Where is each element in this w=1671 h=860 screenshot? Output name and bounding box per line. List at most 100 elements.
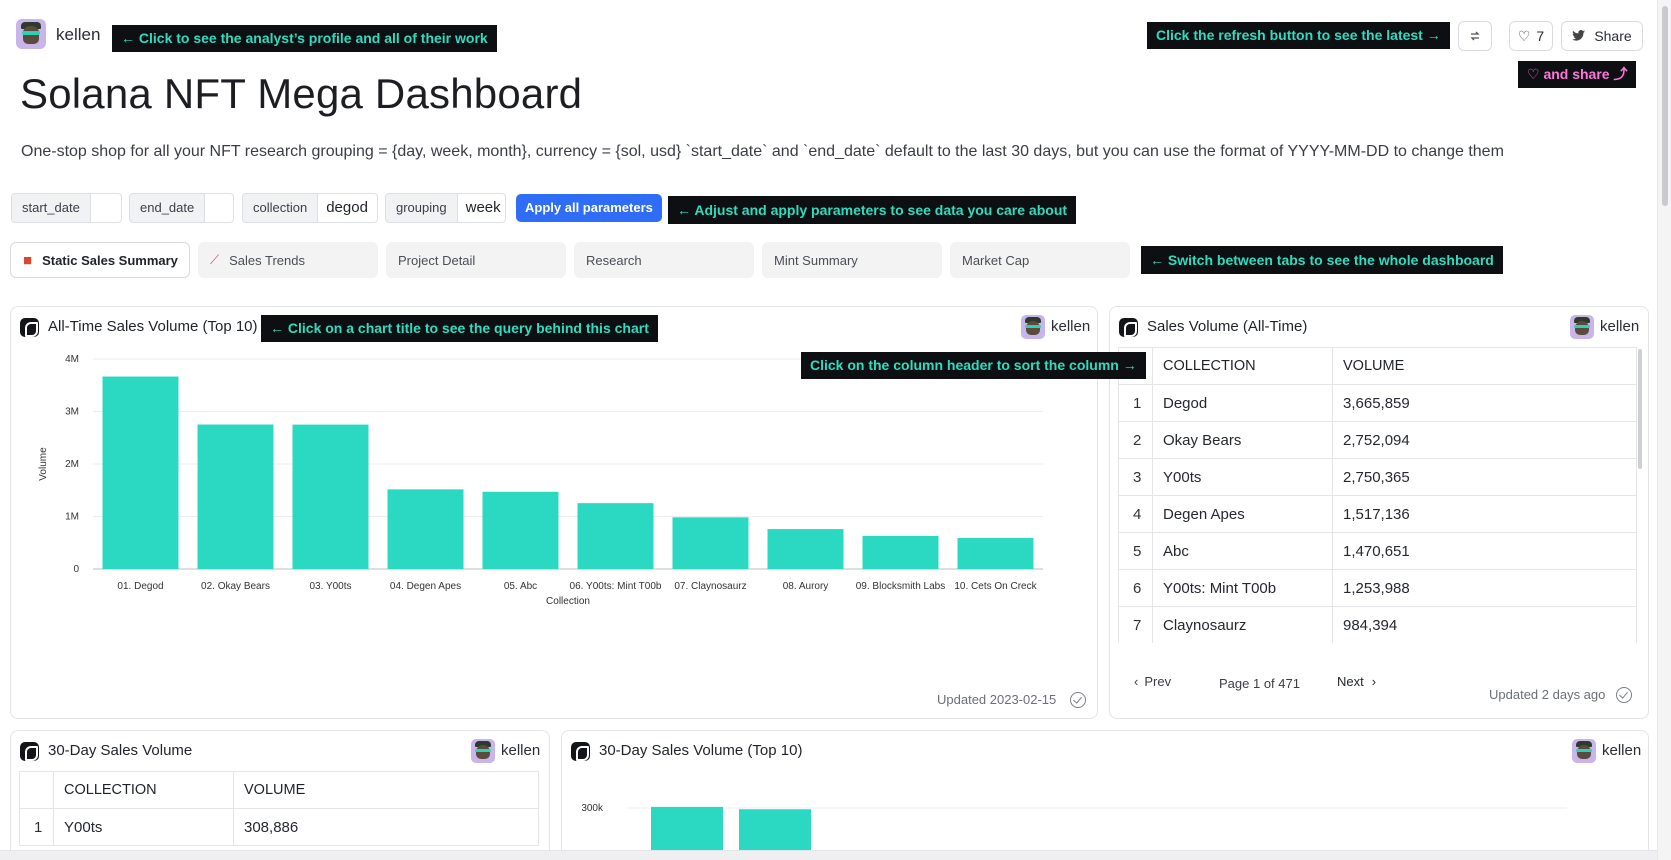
author-avatar[interactable]: [1572, 739, 1596, 763]
like-button[interactable]: ♡ 7: [1509, 21, 1553, 51]
author-avatar[interactable]: [1570, 315, 1594, 339]
thirty-day-chart-card: 30-Day Sales Volume (Top 10) kellen 300k: [561, 730, 1649, 860]
apply-parameters-button[interactable]: Apply all parameters: [516, 194, 662, 222]
bar: [862, 535, 939, 569]
param-start-date[interactable]: start_date: [11, 193, 122, 223]
param-value[interactable]: [91, 194, 119, 222]
param-collection[interactable]: collection degod: [242, 193, 378, 223]
tab-label: Research: [586, 252, 642, 268]
param-label: collection: [243, 194, 319, 222]
bar: [767, 529, 844, 569]
x-tick-label: 05. Abc: [504, 581, 537, 592]
author-avatar[interactable]: [1021, 315, 1045, 339]
param-end-date[interactable]: end_date: [129, 193, 234, 223]
refresh-tip: Click the refresh button to see the late…: [1147, 22, 1450, 49]
twitter-icon: [1572, 30, 1586, 41]
tab-sales-trends[interactable]: ⟋ Sales Trends: [198, 242, 378, 278]
x-tick-label: 01. Degod: [117, 581, 163, 592]
sales-volume-table: COLLECTION VOLUME 1 Degod 3,665,859 2 Okay …: [1118, 347, 1637, 643]
param-label: start_date: [12, 194, 91, 222]
prev-page-button[interactable]: ‹ Prev: [1134, 674, 1171, 689]
chart-title[interactable]: All-Time Sales Volume (Top 10): [48, 318, 258, 335]
share-button[interactable]: Share: [1561, 21, 1643, 51]
profile-tip: ← Click to see the analyst’s profile and…: [112, 25, 497, 52]
x-tick-label: 02. Okay Bears: [201, 581, 270, 592]
tab-research[interactable]: Research: [574, 242, 754, 278]
flipside-logo-icon: [20, 742, 39, 761]
author-name[interactable]: kellen: [1600, 318, 1639, 335]
updated-timestamp: Updated 2023-02-15: [937, 692, 1057, 707]
page-vertical-scrollbar[interactable]: [1657, 0, 1671, 860]
bar: [957, 538, 1034, 569]
author-avatar[interactable]: [471, 739, 495, 763]
chevron-left-icon: ‹: [1134, 674, 1139, 689]
tab-label: Market Cap: [962, 252, 1030, 268]
x-tick-label: 04. Degen Apes: [390, 581, 461, 592]
chart-title[interactable]: 30-Day Sales Volume (Top 10): [599, 742, 802, 759]
x-tick-label: 07. Claynosaurz: [674, 581, 746, 592]
x-tick-label: 08. Aurory: [783, 581, 829, 592]
check-circle-icon: [1070, 692, 1086, 708]
tab-label: Project Detail: [398, 252, 476, 268]
author-name[interactable]: kellen: [56, 25, 100, 45]
tab-static-sales-summary[interactable]: ■ Static Sales Summary: [10, 242, 190, 278]
column-sort-tip: Click on the column header to sort the c…: [801, 352, 1146, 379]
table-vertical-scrollbar-thumb[interactable]: [1638, 349, 1642, 469]
page-indicator: Page 1 of 471: [1219, 676, 1300, 691]
param-value[interactable]: week: [458, 194, 505, 222]
params-tip: ← Adjust and apply parameters to see dat…: [668, 196, 1077, 224]
author-name[interactable]: kellen: [501, 742, 540, 759]
refresh-button[interactable]: [1458, 21, 1492, 51]
author-name[interactable]: kellen: [1602, 742, 1641, 759]
y-tick-label: 2M: [65, 459, 79, 470]
table-row: 1 Y00ts 308,886: [19, 808, 539, 846]
thirty-day-table-card: 30-Day Sales Volume kellen COLLECTION VO…: [10, 730, 550, 860]
table-row: 4 Degen Apes 1,517,136: [1118, 495, 1637, 533]
column-header-volume[interactable]: VOLUME: [233, 771, 539, 809]
page-description: One-stop shop for all your NFT research …: [21, 143, 1504, 160]
bar: [482, 491, 559, 569]
y-axis-label: Volume: [38, 447, 49, 481]
x-tick-label: 03. Y00ts: [309, 581, 351, 592]
tab-project-detail[interactable]: Project Detail: [386, 242, 566, 278]
share-label: Share: [1594, 28, 1632, 44]
chevron-right-icon: ›: [1371, 674, 1377, 689]
param-label: grouping: [386, 194, 458, 222]
gift-icon: ■: [23, 251, 33, 269]
x-tick-label: 06. Y00ts: Mint T00b: [570, 581, 662, 592]
author-avatar[interactable]: [16, 19, 46, 49]
heart-share-tip: ♡ and share ⤴: [1518, 61, 1637, 88]
flipside-logo-icon: [571, 742, 590, 761]
y-tick-label: 1M: [65, 512, 79, 523]
scrollbar-thumb[interactable]: [1662, 6, 1668, 206]
refresh-icon: [1470, 31, 1480, 41]
column-header-collection[interactable]: COLLECTION: [1152, 347, 1333, 385]
tab-label: Mint Summary: [774, 252, 858, 268]
heart-icon: ♡: [1517, 27, 1531, 44]
column-header-collection[interactable]: COLLECTION: [53, 771, 234, 809]
bar: [292, 424, 369, 569]
next-page-button[interactable]: Next ›: [1337, 674, 1376, 689]
like-count: 7: [1536, 28, 1545, 44]
chart-title-tip: ← Click on a chart title to see the quer…: [261, 315, 658, 342]
table-row: 2 Okay Bears 2,752,094: [1118, 421, 1637, 459]
page-horizontal-scrollbar[interactable]: [0, 850, 1657, 860]
row-number-header: [19, 771, 54, 809]
thirty-day-volume-bar-chart: 300k: [582, 803, 1567, 860]
param-grouping[interactable]: grouping week: [385, 193, 506, 223]
bar: [197, 424, 274, 569]
tab-market-cap[interactable]: Market Cap: [950, 242, 1130, 278]
tab-mint-summary[interactable]: Mint Summary: [762, 242, 942, 278]
page-title: Solana NFT Mega Dashboard: [20, 70, 583, 117]
bar: [577, 503, 654, 569]
param-value[interactable]: [205, 194, 233, 222]
author-name[interactable]: kellen: [1051, 318, 1090, 335]
tab-label: Static Sales Summary: [42, 252, 178, 268]
y-tick-label: 4M: [65, 354, 79, 365]
column-header-volume[interactable]: VOLUME: [1332, 347, 1637, 385]
flipside-logo-icon: [1119, 318, 1138, 337]
table-title[interactable]: 30-Day Sales Volume: [48, 742, 192, 759]
x-axis-label: Collection: [546, 596, 590, 607]
table-title[interactable]: Sales Volume (All-Time): [1147, 318, 1307, 335]
param-value[interactable]: degod: [318, 194, 376, 222]
